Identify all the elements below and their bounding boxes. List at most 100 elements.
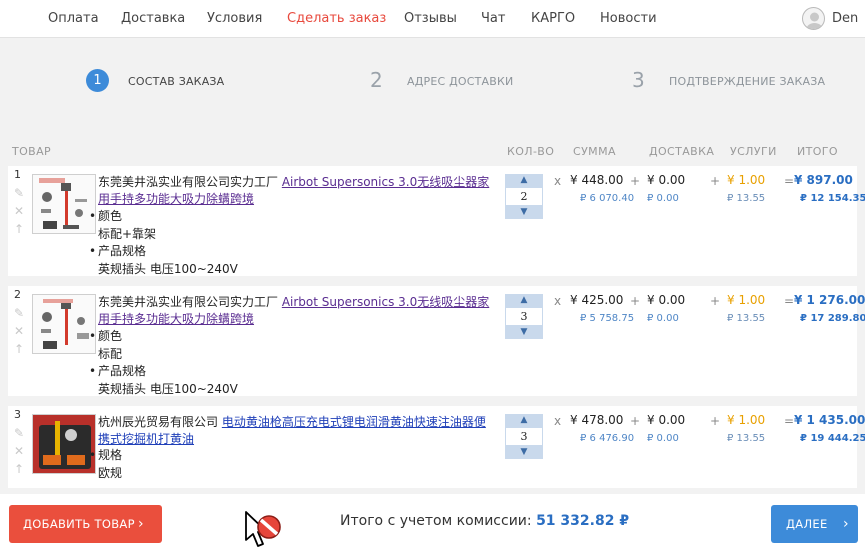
step-1-indicator: 1 — [86, 69, 109, 92]
total-cny: ¥ 1 435.00 — [794, 413, 865, 427]
product-options: 颜色 标配 产品规格 英规插头 电压100~240V — [89, 328, 238, 398]
multiply-sign: x — [554, 414, 562, 428]
nav-news[interactable]: Новости — [600, 11, 657, 26]
quantity-stepper: ▲ 3 ▼ — [505, 414, 543, 459]
move-up-icon[interactable]: ↑ — [12, 342, 26, 356]
option-value: 欧规 — [98, 465, 123, 480]
product-seller: 东莞美井泓实业有限公司实力工厂 — [98, 295, 282, 309]
plus-sign: + — [630, 414, 641, 428]
plus-sign: + — [710, 174, 721, 188]
edit-icon[interactable]: ✎ — [12, 186, 26, 200]
nav-terms[interactable]: Условия — [207, 11, 262, 26]
edit-icon[interactable]: ✎ — [12, 426, 26, 440]
step-1-label: СОСТАВ ЗАКАЗА — [128, 75, 225, 88]
delete-icon[interactable]: ✕ — [12, 204, 26, 218]
services-cny: ¥ 1.00 — [727, 293, 766, 307]
multiply-sign: x — [554, 174, 562, 188]
qty-increase-button[interactable]: ▲ — [505, 294, 543, 307]
plus-sign: + — [630, 294, 641, 308]
next-button[interactable]: ДАЛЕЕ › — [771, 505, 858, 543]
cursor-not-allowed-icon — [244, 510, 284, 553]
nav-reviews[interactable]: Отзывы — [404, 11, 457, 26]
sum-rub: ₽ 6 476.90 — [580, 433, 635, 444]
product-title: 杭州辰光贸易有限公司 电动黄油枪高压充电式锂电润滑黄油快速注油器便携式挖掘机打黄… — [98, 414, 490, 448]
option-value: 英规插头 电压100~240V — [98, 261, 238, 276]
order-total-label: Итого с учетом комиссии: — [340, 513, 537, 529]
product-thumbnail[interactable] — [32, 414, 96, 474]
move-up-icon[interactable]: ↑ — [12, 462, 26, 476]
option-value: 标配+靠架 — [98, 226, 157, 241]
sum-cny: ¥ 425.00 — [570, 293, 624, 307]
user-avatar-icon[interactable] — [802, 7, 825, 30]
delivery-cny: ¥ 0.00 — [647, 173, 686, 187]
move-up-icon[interactable]: ↑ — [12, 222, 26, 236]
delete-icon[interactable]: ✕ — [12, 444, 26, 458]
nav-cargo[interactable]: КАРГО — [531, 11, 575, 26]
plus-sign: + — [710, 294, 721, 308]
step-3-label: ПОДТВЕРЖДЕНИЕ ЗАКАЗА — [669, 75, 826, 88]
delivery-rub: ₽ 0.00 — [647, 313, 679, 324]
sum-cny: ¥ 448.00 — [570, 173, 624, 187]
table-row: 3 ✎ ✕ ↑ 杭州辰光贸易有限公司 电动黄油枪高压充电式锂电润滑黄油快速注油器… — [8, 406, 865, 488]
nav-payment[interactable]: Оплата — [48, 11, 99, 26]
delivery-rub: ₽ 0.00 — [647, 433, 679, 444]
qty-decrease-button[interactable]: ▼ — [505, 206, 543, 219]
services-rub: ₽ 13.55 — [727, 313, 766, 324]
row-number: 2 — [14, 288, 21, 301]
delivery-cny: ¥ 0.00 — [647, 413, 686, 427]
equals-sign: = — [784, 414, 795, 428]
row-number: 1 — [14, 168, 21, 181]
multiply-sign: x — [554, 294, 562, 308]
quantity-stepper: ▲ 3 ▼ — [505, 294, 543, 339]
header-sum: СУММА — [573, 145, 616, 158]
header-total: ИТОГО — [797, 145, 838, 158]
order-total: Итого с учетом комиссии: 51 332.82 ₽ — [340, 513, 629, 529]
top-navigation: Оплата Доставка Условия Сделать заказ От… — [0, 0, 865, 38]
edit-icon[interactable]: ✎ — [12, 306, 26, 320]
product-seller: 杭州辰光贸易有限公司 — [98, 415, 222, 429]
qty-input[interactable]: 3 — [505, 307, 543, 326]
header-qty: КОЛ-ВО — [507, 145, 555, 158]
header-product: ТОВАР — [12, 145, 52, 158]
user-name[interactable]: Den — [832, 11, 858, 26]
add-product-button[interactable]: ДОБАВИТЬ ТОВАР › — [9, 505, 162, 543]
product-title: 东莞美井泓实业有限公司实力工厂 Airbot Supersonics 3.0无线… — [98, 174, 490, 208]
services-cny: ¥ 1.00 — [727, 413, 766, 427]
step-2-indicator: 2 — [370, 68, 383, 92]
nav-delivery[interactable]: Доставка — [121, 11, 185, 26]
table-row: 1 ✎ ✕ ↑ 东莞美井泓实业有限公司实力工厂 Airbot Supersoni… — [8, 166, 865, 278]
qty-input[interactable]: 3 — [505, 427, 543, 446]
qty-decrease-button[interactable]: ▼ — [505, 326, 543, 339]
nav-make-order[interactable]: Сделать заказ — [287, 11, 386, 26]
sum-cny: ¥ 478.00 — [570, 413, 624, 427]
product-title: 东莞美井泓实业有限公司实力工厂 Airbot Supersonics 3.0无线… — [98, 294, 490, 328]
services-cny: ¥ 1.00 — [727, 173, 766, 187]
sum-rub: ₽ 5 758.75 — [580, 313, 635, 324]
option-name: 颜色 — [89, 208, 238, 226]
equals-sign: = — [784, 174, 795, 188]
qty-increase-button[interactable]: ▲ — [505, 414, 543, 427]
header-delivery: ДОСТАВКА — [649, 145, 715, 158]
option-value: 标配 — [98, 346, 123, 361]
option-name: 规格 — [89, 447, 122, 465]
product-options: 颜色 标配+靠架 产品规格 英规插头 电压100~240V — [89, 208, 238, 278]
qty-decrease-button[interactable]: ▼ — [505, 446, 543, 459]
product-seller: 东莞美井泓实业有限公司实力工厂 — [98, 175, 282, 189]
row-number: 3 — [14, 408, 21, 421]
delivery-rub: ₽ 0.00 — [647, 193, 679, 204]
equals-sign: = — [784, 294, 795, 308]
quantity-stepper: ▲ 2 ▼ — [505, 174, 543, 219]
nav-chat[interactable]: Чат — [481, 11, 505, 26]
delete-icon[interactable]: ✕ — [12, 324, 26, 338]
product-thumbnail[interactable] — [32, 174, 96, 234]
qty-input[interactable]: 2 — [505, 187, 543, 206]
option-name: 产品规格 — [89, 243, 238, 261]
product-thumbnail[interactable] — [32, 294, 96, 354]
sum-rub: ₽ 6 070.40 — [580, 193, 635, 204]
total-cny: ¥ 1 276.00 — [794, 293, 865, 307]
plus-sign: + — [630, 174, 641, 188]
qty-increase-button[interactable]: ▲ — [505, 174, 543, 187]
table-row: 2 ✎ ✕ ↑ 东莞美井泓实业有限公司实力工厂 Airbot Supersoni… — [8, 286, 865, 398]
services-rub: ₽ 13.55 — [727, 193, 766, 204]
order-total-value: 51 332.82 ₽ — [536, 513, 630, 529]
